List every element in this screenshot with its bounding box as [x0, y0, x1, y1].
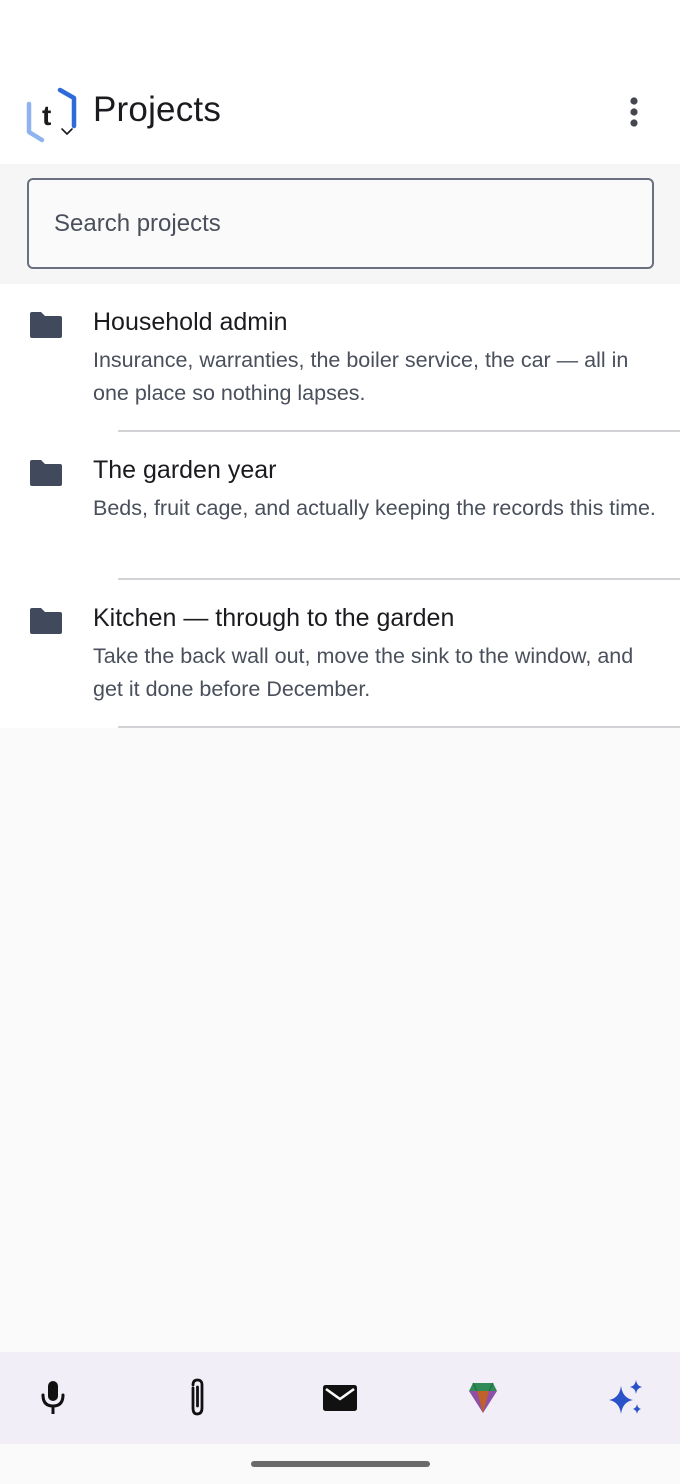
page-title: Projects: [93, 90, 222, 129]
projects-screen: t Projects Household admin Insurance, wa…: [0, 0, 680, 1484]
ai-assistant-button[interactable]: [598, 1370, 654, 1426]
project-description: Beds, fruit cage, and actually keeping t…: [93, 496, 656, 520]
project-description: Insurance, warranties, the boiler servic…: [93, 348, 629, 405]
home-indicator[interactable]: [251, 1461, 430, 1467]
svg-text:t: t: [42, 100, 51, 131]
project-title: The garden year: [93, 456, 277, 484]
folder-icon: [30, 608, 62, 634]
list-item[interactable]: Kitchen — through to the garden Take the…: [0, 580, 680, 728]
voice-input-button[interactable]: [25, 1370, 81, 1426]
gem-icon: [469, 1382, 497, 1413]
project-description: Take the back wall out, move the sink to…: [93, 644, 634, 701]
bottom-action-bar: [0, 1352, 680, 1444]
attach-button[interactable]: [169, 1370, 225, 1426]
more-vert-icon: [630, 97, 638, 127]
email-button[interactable]: [312, 1370, 368, 1426]
search-section: [0, 164, 680, 284]
divider: [118, 726, 680, 728]
list-item[interactable]: The garden year Beds, fruit cage, and ac…: [0, 432, 680, 580]
folder-icon: [30, 312, 62, 338]
mail-icon: [323, 1385, 357, 1411]
app-header: t Projects: [0, 0, 680, 164]
gem-button[interactable]: [455, 1370, 511, 1426]
app-logo: t: [24, 86, 80, 146]
folder-icon: [30, 460, 62, 486]
search-input[interactable]: [27, 178, 654, 269]
project-title: Household admin: [93, 308, 288, 336]
microphone-icon: [41, 1381, 65, 1414]
app-logo-icon: t: [26, 87, 77, 143]
sparkle-icon: [609, 1380, 642, 1414]
list-item[interactable]: Household admin Insurance, warranties, t…: [0, 284, 680, 432]
more-options-button[interactable]: [612, 90, 656, 134]
project-title: Kitchen — through to the garden: [93, 604, 455, 632]
paperclip-icon: [191, 1378, 204, 1416]
project-list: Household admin Insurance, warranties, t…: [0, 284, 680, 728]
